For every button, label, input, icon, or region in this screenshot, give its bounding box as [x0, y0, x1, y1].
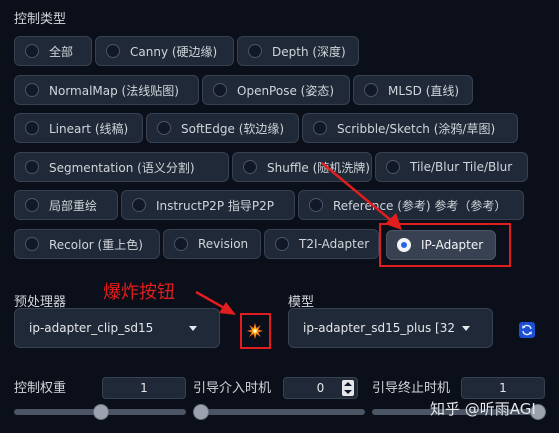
- chevron-down-icon: [189, 326, 197, 331]
- control-weight-label: 控制权重: [14, 381, 67, 396]
- watermark: 知乎 @听雨AGI: [430, 400, 536, 418]
- chevron-down-icon: [462, 326, 470, 331]
- control-weight-input[interactable]: 1: [102, 377, 186, 399]
- guidance-end-input[interactable]: 1: [461, 377, 545, 399]
- control-weight-slider[interactable]: [14, 404, 186, 420]
- guidance-start-label: 引导介入时机: [193, 381, 272, 396]
- slider-thumb[interactable]: [93, 404, 109, 420]
- guidance-start-input[interactable]: 0: [283, 377, 358, 399]
- guidance-end-label: 引导终止时机: [372, 381, 451, 396]
- stepper-icon[interactable]: [342, 380, 354, 396]
- annotation-arrow-ip-adapter: [195, 162, 402, 315]
- explosion-icon: [247, 323, 263, 339]
- model-dropdown[interactable]: ip-adapter_sd15_plus [32: [288, 308, 493, 348]
- preprocessor-value: ip-adapter_clip_sd15: [29, 321, 154, 335]
- guidance-start-value: 0: [316, 381, 325, 395]
- explosion-button[interactable]: [246, 322, 264, 340]
- refresh-button[interactable]: [519, 322, 535, 338]
- preprocessor-dropdown[interactable]: ip-adapter_clip_sd15: [14, 308, 220, 348]
- guidance-start-slider[interactable]: [193, 404, 365, 420]
- annotation-label: 爆炸按钮: [103, 282, 175, 303]
- refresh-icon: [522, 324, 532, 336]
- model-value: ip-adapter_sd15_plus [32: [303, 321, 455, 335]
- slider-thumb[interactable]: [193, 404, 209, 420]
